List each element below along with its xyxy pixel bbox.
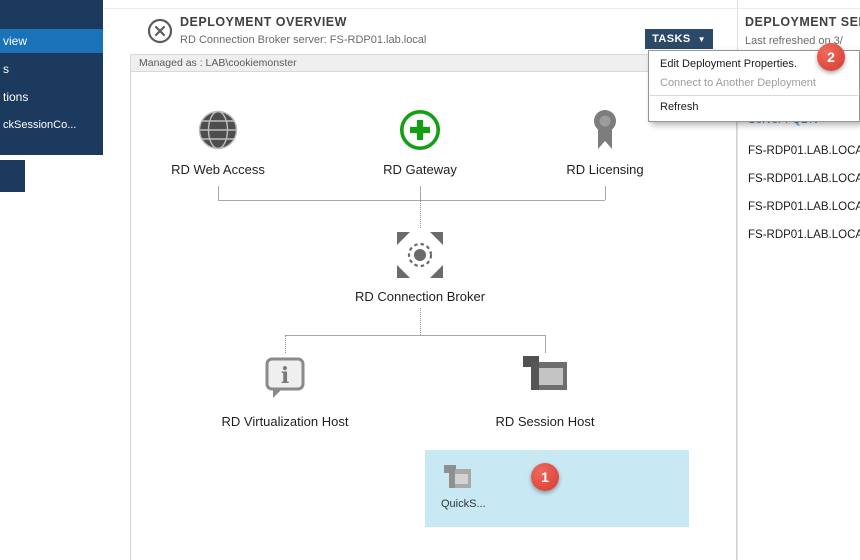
rd-licensing-label: RD Licensing	[515, 162, 695, 177]
deployment-overview-icon	[146, 17, 174, 50]
sidebar-footer-block	[0, 160, 25, 192]
page-title: DEPLOYMENT OVERVIEW	[180, 15, 347, 29]
rd-virtualization-host-label: RD Virtualization Host	[195, 414, 375, 429]
rd-gateway-icon[interactable]	[398, 108, 442, 157]
sidebar-nav: view s tions ckSessionCo...	[0, 0, 103, 155]
chevron-down-icon: ▼	[698, 35, 706, 44]
sidebar-item-overview[interactable]: view	[0, 29, 103, 53]
deployment-servers-title: DEPLOYMENT SERVERS	[745, 15, 860, 29]
connector-line	[605, 186, 606, 200]
connector-line	[420, 200, 421, 228]
rd-web-access-icon[interactable]	[196, 108, 240, 157]
step-badge-1: 1	[531, 463, 559, 491]
rd-connection-broker-label: RD Connection Broker	[330, 289, 510, 304]
rd-gateway-label: RD Gateway	[330, 162, 510, 177]
sidebar-item-label: s	[3, 62, 9, 76]
collection-server-icon	[443, 464, 473, 497]
server-row[interactable]: FS-RDP01.LAB.LOCAL	[748, 201, 860, 213]
server-row[interactable]: FS-RDP01.LAB.LOCAL	[748, 229, 860, 241]
connector-line	[285, 335, 545, 336]
sidebar-item-label: tions	[3, 90, 28, 104]
connector-line	[420, 186, 421, 200]
sidebar-item-servers[interactable]: s	[0, 60, 103, 78]
connector-line	[218, 186, 219, 200]
connector-line	[218, 200, 605, 201]
quick-session-collection-tile[interactable]: QuickS...	[425, 450, 689, 527]
sidebar-item-collections[interactable]: tions	[0, 88, 103, 106]
tile-top-border	[104, 8, 860, 9]
menu-item-refresh[interactable]: Refresh	[649, 98, 859, 117]
rd-connection-broker-icon[interactable]	[394, 229, 446, 286]
page-subtitle: RD Connection Broker server: FS-RDP01.la…	[180, 34, 426, 46]
rd-session-host-label: RD Session Host	[455, 414, 635, 429]
managed-as-text: Managed as : LAB\cookiemonster	[139, 57, 297, 69]
menu-item-connect-to-another-deployment: Connect to Another Deployment	[649, 74, 859, 93]
collection-label: QuickS...	[441, 498, 486, 510]
svg-text:i: i	[281, 363, 289, 389]
sidebar-item-quicksessioncollection[interactable]: ckSessionCo...	[0, 116, 103, 134]
server-row[interactable]: FS-RDP01.LAB.LOCAL	[748, 145, 860, 157]
menu-separator	[650, 95, 858, 96]
managed-as-bar: Managed as : LAB\cookiemonster	[130, 54, 737, 72]
rd-licensing-icon[interactable]	[585, 108, 625, 159]
step-badge-2: 2	[817, 43, 845, 71]
tasks-button-label: TASKS	[652, 33, 690, 45]
sidebar-item-label: ckSessionCo...	[3, 119, 76, 131]
last-refreshed-text: Last refreshed on 3/	[745, 35, 860, 47]
rd-session-host-icon[interactable]	[521, 356, 569, 401]
sidebar-item-label: view	[3, 34, 27, 48]
tasks-button[interactable]: TASKS ▼	[645, 29, 713, 49]
connector-line	[545, 335, 546, 353]
server-row[interactable]: FS-RDP01.LAB.LOCAL	[748, 173, 860, 185]
rd-web-access-label: RD Web Access	[128, 162, 308, 177]
connector-line	[285, 335, 286, 353]
connector-line	[420, 308, 421, 335]
rds-overview-page: view s tions ckSessionCo... DEPLOYMENT O…	[0, 0, 860, 560]
rd-virtualization-host-icon[interactable]: i	[262, 355, 308, 406]
